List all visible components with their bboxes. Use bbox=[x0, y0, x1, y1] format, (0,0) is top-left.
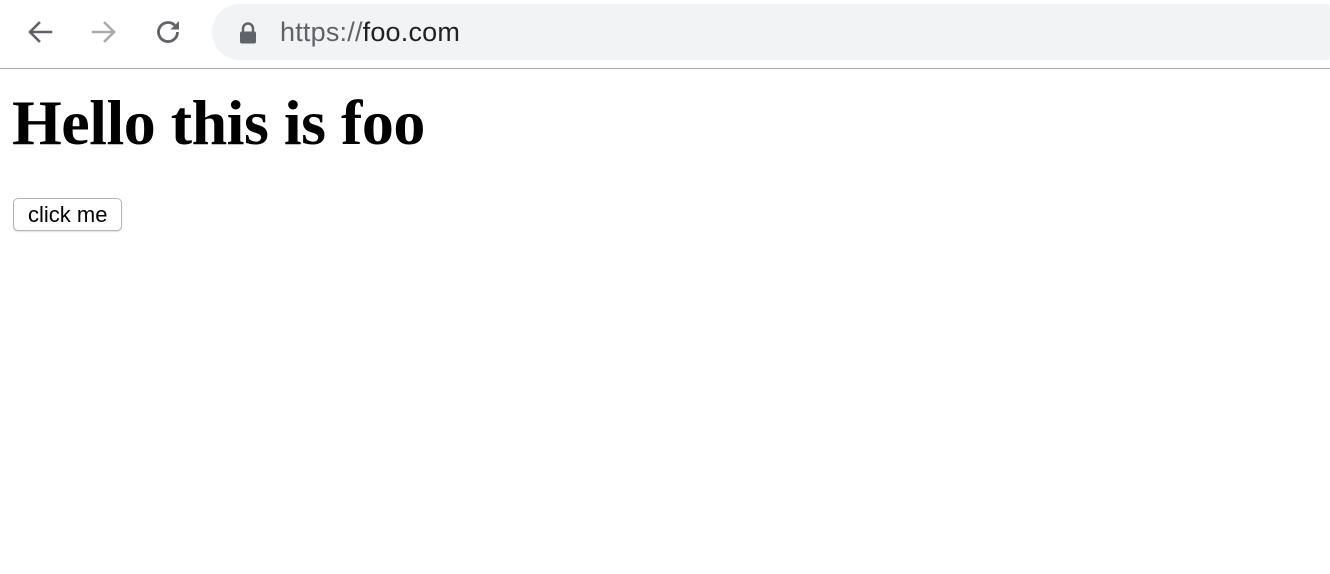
address-bar[interactable]: https://foo.com bbox=[212, 4, 1330, 60]
url-host: foo.com bbox=[362, 17, 461, 47]
forward-button[interactable] bbox=[86, 14, 122, 50]
url-text: https://foo.com bbox=[280, 16, 460, 48]
click-me-button[interactable]: click me bbox=[13, 198, 123, 231]
arrow-right-icon bbox=[91, 21, 116, 43]
lock-icon bbox=[240, 22, 256, 44]
url-scheme: https:// bbox=[280, 17, 363, 47]
page-heading: Hello this is foo bbox=[12, 87, 425, 158]
arrow-left-icon bbox=[28, 21, 53, 43]
page-content: Hello this is foo click me bbox=[0, 87, 1330, 231]
reload-button[interactable] bbox=[150, 14, 186, 50]
browser-toolbar: https://foo.com bbox=[0, 0, 1330, 69]
reload-icon bbox=[157, 21, 179, 43]
back-button[interactable] bbox=[22, 14, 58, 50]
